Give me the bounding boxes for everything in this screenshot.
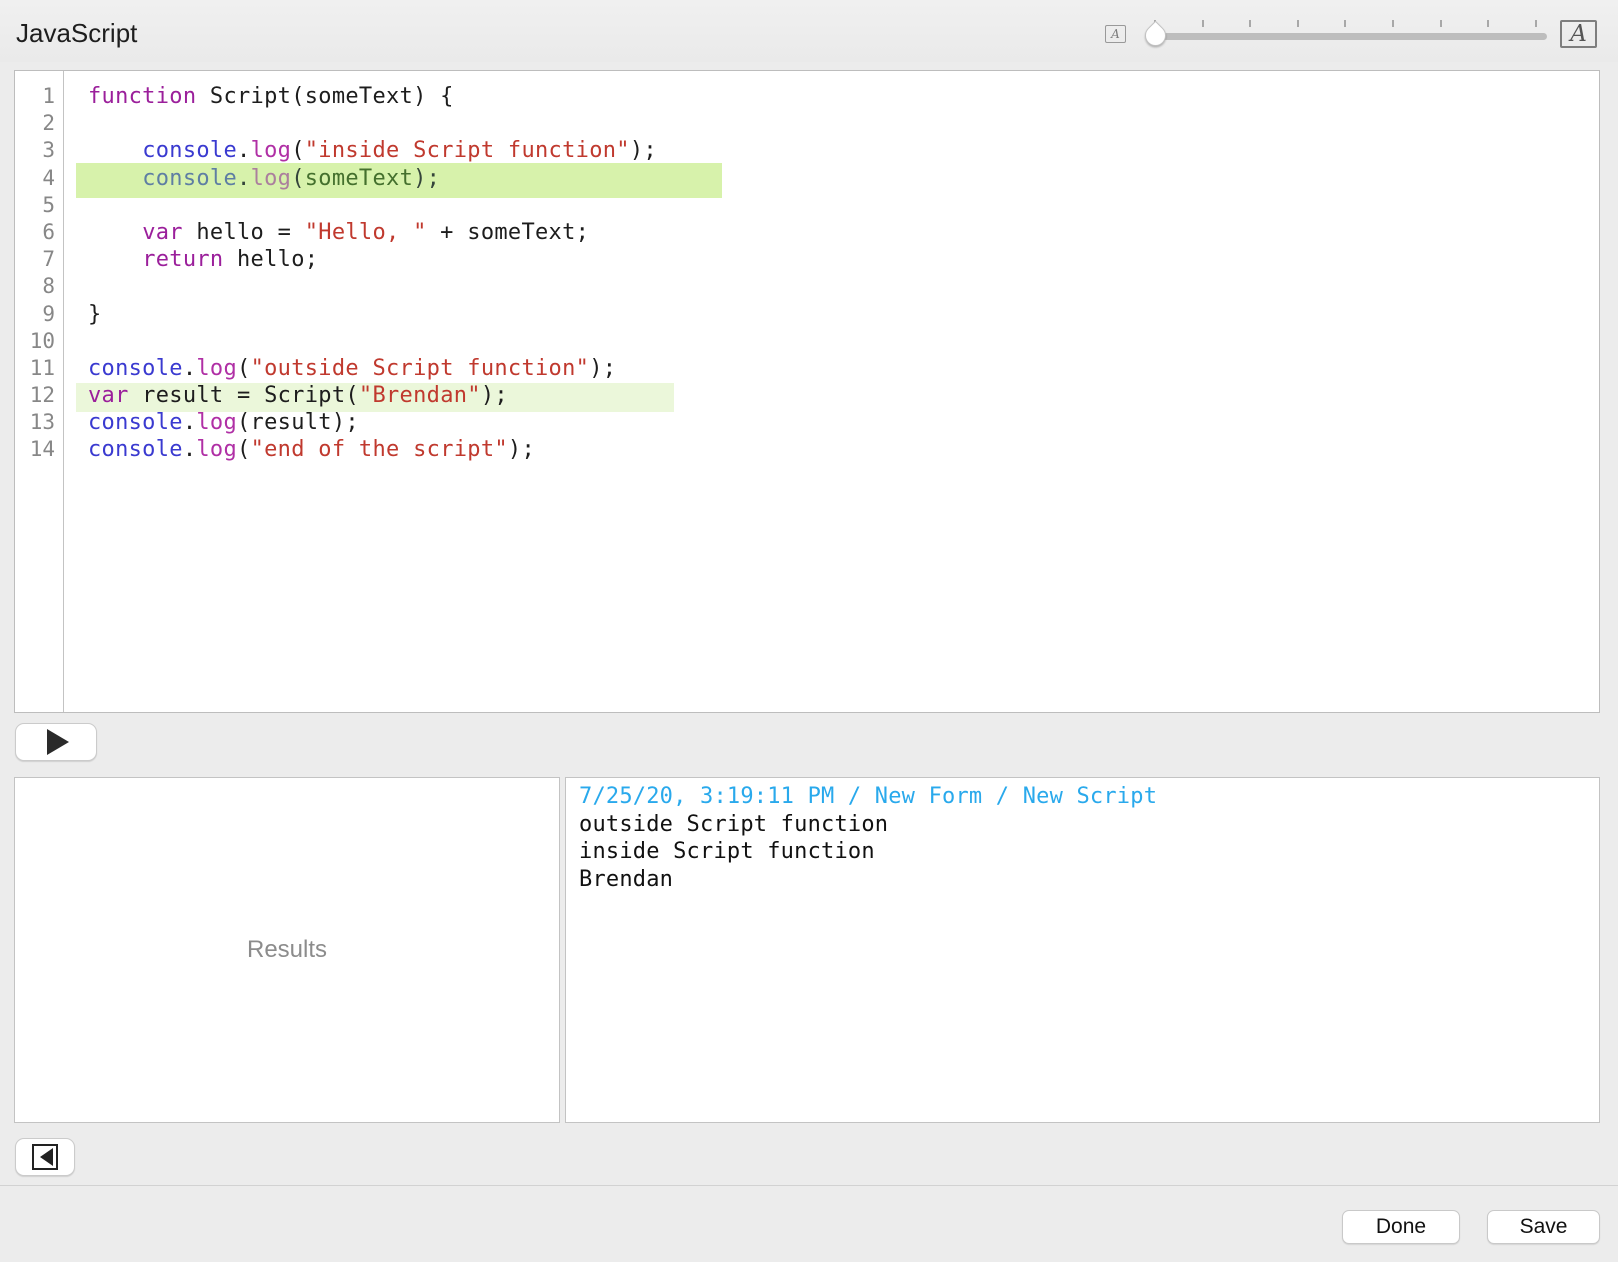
code-text: return hello;: [64, 246, 318, 273]
line-number: 5: [15, 192, 64, 219]
code-line[interactable]: 7 return hello;: [15, 246, 1599, 273]
line-number: 13: [15, 409, 64, 436]
results-panel: Results: [14, 777, 560, 1123]
code-line[interactable]: 14console.log("end of the script");: [15, 436, 1599, 463]
run-script-button[interactable]: [15, 723, 97, 761]
console-output-panel[interactable]: 7/25/20, 3:19:11 PM / New Form / New Scr…: [565, 777, 1600, 1123]
font-size-slider-track[interactable]: [1163, 33, 1547, 40]
console-output-line: inside Script function: [579, 838, 1591, 866]
line-number: 7: [15, 246, 64, 273]
code-line[interactable]: 3 console.log("inside Script function");: [15, 137, 1599, 164]
line-number: 8: [15, 273, 64, 300]
console-output-line: Brendan: [579, 866, 1591, 894]
code-line[interactable]: 2: [15, 110, 1599, 137]
code-line[interactable]: 8: [15, 273, 1599, 300]
code-editor[interactable]: 1function Script(someText) {23 console.l…: [14, 70, 1600, 713]
code-text: console.log("inside Script function");: [64, 137, 657, 164]
slider-tick: [1344, 20, 1346, 27]
line-number: 10: [15, 328, 64, 355]
line-number: 12: [15, 382, 64, 409]
console-output-line: outside Script function: [579, 811, 1591, 839]
slider-tick: [1487, 20, 1489, 27]
small-a-icon[interactable]: A: [1105, 25, 1126, 43]
slider-tick: [1202, 20, 1204, 27]
line-number: 11: [15, 355, 64, 382]
code-line[interactable]: 6 var hello = "Hello, " + someText;: [15, 219, 1599, 246]
code-text: console.log(result);: [64, 409, 359, 436]
collapse-left-icon: [32, 1144, 58, 1170]
code-text: }: [64, 301, 102, 328]
line-number: 14: [15, 436, 64, 463]
slider-tick: [1440, 20, 1442, 27]
collapse-panel-button[interactable]: [15, 1138, 75, 1176]
save-button[interactable]: Save: [1487, 1210, 1600, 1244]
line-number: 1: [15, 83, 64, 110]
code-text: var hello = "Hello, " + someText;: [64, 219, 589, 246]
console-run-header: 7/25/20, 3:19:11 PM / New Form / New Scr…: [579, 783, 1591, 811]
line-number: 2: [15, 110, 64, 137]
line-number: 3: [15, 137, 64, 164]
code-line[interactable]: 9}: [15, 301, 1599, 328]
slider-tick: [1297, 20, 1299, 27]
play-icon: [47, 729, 69, 755]
header-bar: JavaScript A A: [0, 0, 1618, 62]
code-text: [64, 328, 88, 355]
code-text: console.log("end of the script");: [64, 436, 535, 463]
code-text: console.log(someText);: [64, 165, 440, 192]
slider-tick: [1392, 20, 1394, 27]
code-text: [64, 192, 88, 219]
code-line[interactable]: 5: [15, 192, 1599, 219]
code-line[interactable]: 4 console.log(someText);: [15, 165, 1599, 192]
line-number: 6: [15, 219, 64, 246]
footer-divider: [0, 1185, 1618, 1186]
code-line[interactable]: 13console.log(result);: [15, 409, 1599, 436]
large-a-icon[interactable]: A: [1560, 20, 1597, 48]
code-line[interactable]: 1function Script(someText) {: [15, 83, 1599, 110]
slider-tick: [1249, 20, 1251, 27]
page-title: JavaScript: [16, 18, 137, 49]
code-line[interactable]: 12var result = Script("Brendan");: [15, 382, 1599, 409]
results-placeholder: Results: [247, 936, 327, 964]
code-text: console.log("outside Script function");: [64, 355, 616, 382]
slider-tick: [1535, 20, 1537, 27]
line-number: 4: [15, 165, 64, 192]
code-line[interactable]: 11console.log("outside Script function")…: [15, 355, 1599, 382]
code-text: var result = Script("Brendan");: [64, 382, 508, 409]
code-line[interactable]: 10: [15, 328, 1599, 355]
code-text: [64, 110, 88, 137]
line-number: 9: [15, 301, 64, 328]
code-text: function Script(someText) {: [64, 83, 454, 110]
code-text: [64, 273, 88, 300]
done-button[interactable]: Done: [1342, 1210, 1460, 1244]
font-size-slider-thumb[interactable]: [1141, 21, 1171, 51]
